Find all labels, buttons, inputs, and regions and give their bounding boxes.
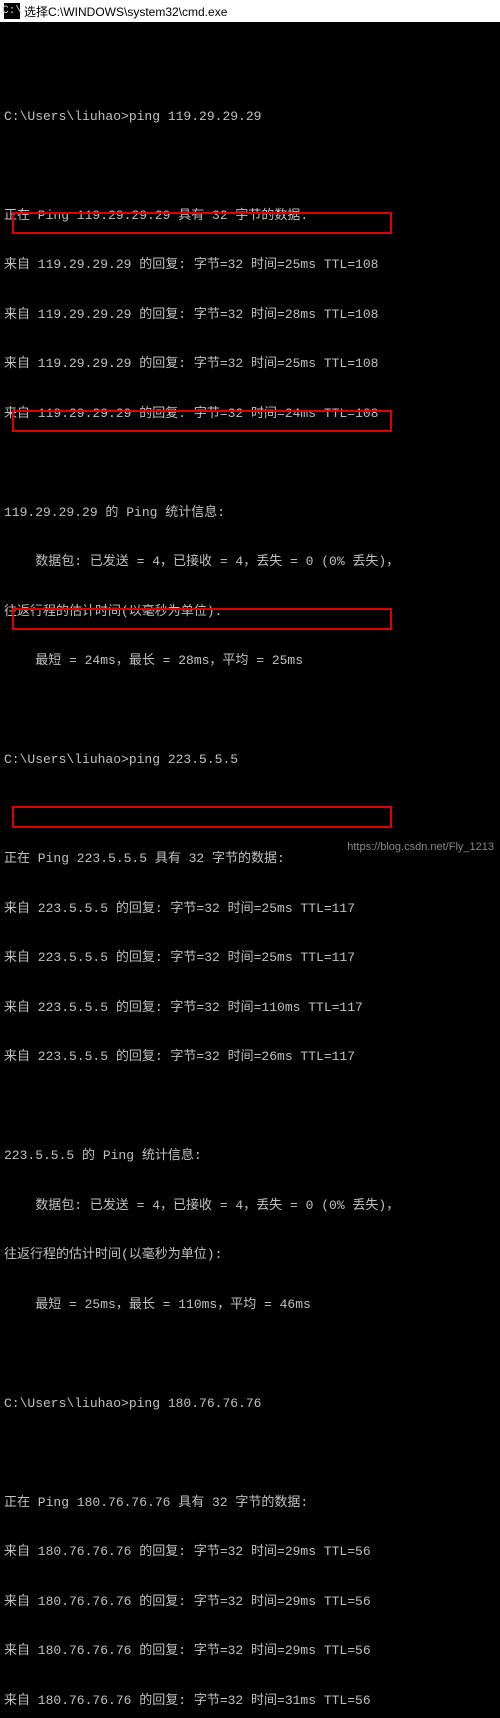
blank-line	[4, 455, 496, 472]
blank-line	[4, 703, 496, 720]
window-titlebar: C:\ 选择C:\WINDOWS\system32\cmd.exe	[0, 0, 500, 22]
ping-reply: 来自 180.76.76.76 的回复: 字节=32 时间=29ms TTL=5…	[4, 1643, 496, 1660]
ping-reply: 来自 223.5.5.5 的回复: 字节=32 时间=26ms TTL=117	[4, 1049, 496, 1066]
ping-stats-rtt-label: 往返行程的估计时间(以毫秒为单位):	[4, 604, 496, 621]
window-title: 选择C:\WINDOWS\system32\cmd.exe	[24, 3, 227, 20]
blank-line	[4, 158, 496, 175]
ping-stats-title: 223.5.5.5 的 Ping 统计信息:	[4, 1148, 496, 1165]
ping-stats-packets: 数据包: 已发送 = 4，已接收 = 4，丢失 = 0 (0% 丢失)，	[4, 1198, 496, 1215]
blank-line	[4, 1099, 496, 1116]
ping-header: 正在 Ping 119.29.29.29 具有 32 字节的数据:	[4, 208, 496, 225]
watermark: https://blog.csdn.net/Fly_1213	[347, 841, 494, 853]
ping-reply: 来自 180.76.76.76 的回复: 字节=32 时间=29ms TTL=5…	[4, 1544, 496, 1561]
ping-stats-rtt-label: 往返行程的估计时间(以毫秒为单位):	[4, 1247, 496, 1264]
cmd-icon: C:\	[4, 3, 20, 19]
ping-reply: 来自 119.29.29.29 的回复: 字节=32 时间=25ms TTL=1…	[4, 356, 496, 373]
blank-line	[4, 1445, 496, 1462]
prompt-line: C:\Users\liuhao>ping 223.5.5.5	[4, 752, 496, 769]
ping-reply: 来自 119.29.29.29 的回复: 字节=32 时间=25ms TTL=1…	[4, 257, 496, 274]
ping-reply: 来自 119.29.29.29 的回复: 字节=32 时间=24ms TTL=1…	[4, 406, 496, 423]
prompt-line: C:\Users\liuhao>ping 180.76.76.76	[4, 1396, 496, 1413]
ping-reply: 来自 223.5.5.5 的回复: 字节=32 时间=25ms TTL=117	[4, 901, 496, 918]
ping-reply: 来自 119.29.29.29 的回复: 字节=32 时间=28ms TTL=1…	[4, 307, 496, 324]
ping-stats-title: 119.29.29.29 的 Ping 统计信息:	[4, 505, 496, 522]
ping-stats-rtt: 最短 = 25ms，最长 = 110ms，平均 = 46ms	[4, 1297, 496, 1314]
ping-reply: 来自 180.76.76.76 的回复: 字节=32 时间=31ms TTL=5…	[4, 1693, 496, 1710]
ping-stats-rtt: 最短 = 24ms，最长 = 28ms，平均 = 25ms	[4, 653, 496, 670]
ping-reply: 来自 180.76.76.76 的回复: 字节=32 时间=29ms TTL=5…	[4, 1594, 496, 1611]
terminal-output[interactable]: C:\Users\liuhao>ping 119.29.29.29 正在 Pin…	[0, 22, 500, 1718]
prompt-line: C:\Users\liuhao>ping 119.29.29.29	[4, 109, 496, 126]
blank-line	[4, 802, 496, 819]
ping-header: 正在 Ping 180.76.76.76 具有 32 字节的数据:	[4, 1495, 496, 1512]
ping-reply: 来自 223.5.5.5 的回复: 字节=32 时间=25ms TTL=117	[4, 950, 496, 967]
blank-line	[4, 59, 496, 76]
blank-line	[4, 1346, 496, 1363]
ping-reply: 来自 223.5.5.5 的回复: 字节=32 时间=110ms TTL=117	[4, 1000, 496, 1017]
ping-header: 正在 Ping 223.5.5.5 具有 32 字节的数据:	[4, 851, 496, 868]
ping-stats-packets: 数据包: 已发送 = 4，已接收 = 4，丢失 = 0 (0% 丢失)，	[4, 554, 496, 571]
